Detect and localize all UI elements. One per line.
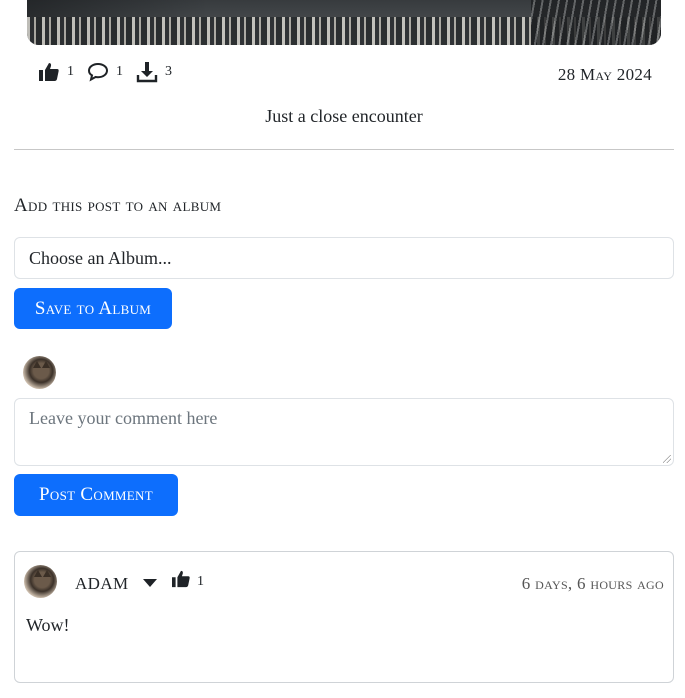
download-stat[interactable]: 3 [135, 60, 184, 84]
comment-avatar [24, 565, 57, 598]
comment-count: 1 [116, 64, 123, 79]
post-stats: 1 1 3 [37, 60, 184, 84]
post-date: 28 May 2024 [557, 65, 652, 84]
divider [14, 149, 674, 150]
album-select-value: Choose an Album... [29, 247, 172, 268]
resize-grip-icon[interactable] [663, 455, 671, 463]
avatar [23, 356, 56, 389]
caret-down-icon[interactable] [142, 576, 158, 590]
comment-input[interactable]: Leave your comment here [14, 398, 674, 466]
comment-like-count: 1 [197, 573, 204, 589]
comment-like[interactable]: 1 [171, 570, 204, 593]
download-count: 3 [165, 64, 172, 79]
save-to-album-button[interactable]: Save to Album [14, 288, 172, 329]
comment-card: ADAM 1 6 days, 6 hours ago Wow! [14, 551, 674, 683]
comment-author[interactable]: ADAM [75, 574, 129, 594]
like-stat[interactable]: 1 [37, 60, 86, 84]
comment-stat[interactable]: 1 [86, 60, 135, 84]
post-caption: Just a close encounter [265, 106, 423, 126]
comment-text: Wow! [26, 615, 70, 635]
thumbs-up-icon[interactable] [171, 570, 191, 593]
post-comment-button[interactable]: Post Comment [14, 474, 178, 516]
comment-timestamp: 6 days, 6 hours ago [521, 574, 664, 593]
album-select[interactable]: Choose an Album... [14, 237, 674, 279]
thumbs-up-icon[interactable] [37, 60, 61, 84]
comment-input-placeholder: Leave your comment here [29, 408, 218, 428]
album-heading: Add this post to an album [14, 195, 222, 216]
comment-icon[interactable] [86, 60, 110, 84]
like-count: 1 [67, 64, 74, 79]
post-image [27, 0, 661, 45]
download-icon[interactable] [135, 60, 159, 84]
